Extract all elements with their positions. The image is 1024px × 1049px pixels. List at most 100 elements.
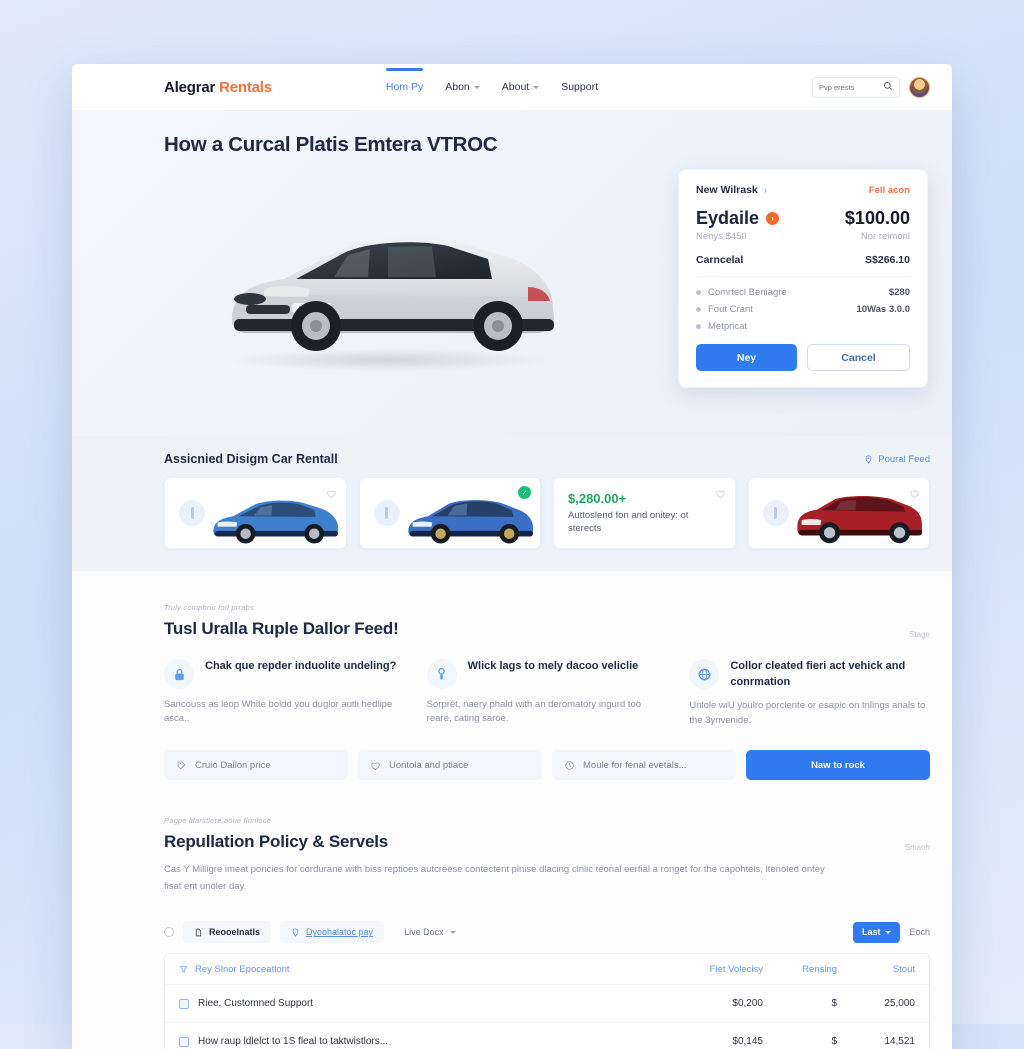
poural-feed-link[interactable]: Poural Feed bbox=[864, 454, 930, 465]
table-cell-label: Riee. Customned Support bbox=[198, 998, 314, 1010]
lock-icon bbox=[164, 659, 194, 689]
doc-icon bbox=[195, 928, 202, 937]
features-grid: Chak que repder induolite undeling? Sanc… bbox=[164, 659, 930, 728]
table-cell-1: $0,200 bbox=[732, 998, 763, 1010]
price-card-title: New Wilrask bbox=[696, 184, 758, 196]
bullet-icon bbox=[696, 324, 701, 329]
search-icon[interactable] bbox=[883, 78, 893, 96]
cars-section-header: Assicnied Disigm Car Rentall Poural Feed bbox=[164, 452, 930, 466]
favorite-icon[interactable] bbox=[715, 486, 726, 504]
table-cell-3: 14,521 bbox=[884, 1036, 915, 1048]
price-card-secondary-row: Carncelal S$266.10 bbox=[696, 254, 910, 277]
table-header-cell-2[interactable]: Rensing bbox=[763, 964, 837, 975]
table-row[interactable]: Riee. Customned Support $0,200 $ 25,000 bbox=[165, 984, 929, 1022]
row-checkbox[interactable] bbox=[179, 998, 189, 1009]
filters-right-group: Last Eoch bbox=[852, 921, 930, 943]
price-card-title-group[interactable]: New Wilrask › bbox=[696, 184, 767, 196]
car-thumb-placeholder bbox=[373, 500, 400, 526]
chip-label: Cruio Dallon price bbox=[195, 759, 271, 771]
blue-sedan-illustration bbox=[213, 500, 338, 544]
select-all-radio[interactable] bbox=[164, 927, 174, 938]
table-cell-2: $ bbox=[831, 998, 837, 1010]
table-header-cell-3[interactable]: Stout bbox=[837, 964, 915, 975]
plan-subtext: Nenys $450 bbox=[696, 231, 747, 242]
pin-icon bbox=[865, 454, 872, 464]
filter-chip-label: Dyoohalatoc pay bbox=[306, 927, 374, 938]
price-card-header: New Wilrask › Fell acon bbox=[696, 184, 910, 196]
plan-name-group: Eydaile › bbox=[696, 208, 780, 229]
price-info-card[interactable]: $,280.00+ Auttoslend fon and onitey: ot … bbox=[553, 477, 736, 549]
table-cell-label: How raup ldlelct to 1S fleal to taktwist… bbox=[198, 1036, 389, 1048]
chevron-right-icon[interactable]: › bbox=[764, 185, 767, 196]
brand-logo[interactable]: Alegrar Rentals bbox=[164, 79, 272, 96]
table-row[interactable]: How raup ldlelct to 1S fleal to taktwist… bbox=[165, 1022, 929, 1049]
chip-favorite-button[interactable]: Uontola and ptiace bbox=[358, 750, 542, 781]
feature-title: Chak que repder induolite undeling? bbox=[205, 660, 397, 672]
main-nav: Hom Py Abon About Support bbox=[385, 68, 598, 97]
list-item: Comrtecl Beniagre $280 bbox=[696, 287, 910, 298]
pay-button[interactable]: Ney bbox=[696, 344, 797, 371]
page-title: How a Curcal Platis Emtera VTROC bbox=[164, 133, 498, 156]
feature-item: Chak que repder induolite undeling? Sanc… bbox=[164, 659, 405, 728]
bullet-icon bbox=[696, 307, 701, 312]
nav-item-abon[interactable]: Abon bbox=[445, 77, 480, 97]
chip-rentals-button[interactable]: Moule for fenal evetals... bbox=[552, 750, 736, 781]
table-cell-name: Riee. Customned Support bbox=[179, 998, 663, 1009]
red-suv-illustration bbox=[796, 495, 922, 544]
car-thumb-placeholder bbox=[762, 500, 789, 526]
filter-chip-live-docx[interactable]: Live Docx bbox=[393, 921, 467, 943]
list-item-label: Comrtecl Beniagre bbox=[708, 287, 787, 298]
book-now-button[interactable]: Naw to rock bbox=[746, 750, 930, 781]
price-card-items: Comrtecl Beniagre $280 Fout Crant 10Was … bbox=[696, 287, 910, 332]
car-card[interactable] bbox=[164, 477, 347, 549]
table-header-row: Rey Slnor Epoceatlont Fiet Volecisy Rens… bbox=[165, 954, 929, 984]
feature-item: Wlick lags to mely dacoo veliclie Sorpre… bbox=[426, 659, 668, 728]
filter-chip-records[interactable]: Reooelnatls bbox=[183, 921, 272, 944]
price-card-actions: Ney Cancel bbox=[696, 344, 910, 371]
nav-item-about[interactable]: About bbox=[502, 77, 540, 97]
chip-label: Moule for fenal evetals... bbox=[583, 759, 687, 771]
feature-description: Sorpret, naery phald with an deromatory … bbox=[426, 699, 642, 725]
cars-section: Assicnied Disigm Car Rentall Poural Feed bbox=[72, 436, 952, 571]
features-aside: Stage bbox=[909, 630, 930, 639]
table-header-label: Rey Slnor Epoceatlont bbox=[195, 963, 290, 975]
cancel-button[interactable]: Cancel bbox=[807, 344, 910, 371]
feature-description: Sancouss as leop White boldd you duglor … bbox=[164, 699, 393, 725]
search-input[interactable] bbox=[819, 82, 879, 92]
features-header: Tusl Uralla Ruple Dallor Feed! Stage bbox=[164, 619, 930, 639]
table-header-cell-1[interactable]: Fiet Volecisy bbox=[663, 964, 763, 975]
sort-last-button[interactable]: Last bbox=[852, 921, 901, 943]
feature-description: Unlole wiU youlro porclente or esapic on… bbox=[689, 700, 926, 726]
chevron-down-icon bbox=[533, 85, 540, 89]
list-item-value: 10Was 3.0.0 bbox=[856, 304, 910, 315]
chip-price-button[interactable]: Cruio Dallon price bbox=[164, 750, 348, 781]
cars-section-title: Assicnied Disigm Car Rentall bbox=[164, 452, 338, 466]
bullet-icon bbox=[696, 290, 701, 295]
filter-chip-pay-link[interactable]: Dyoohalatoc pay bbox=[280, 921, 385, 944]
policy-section: Pagpe lifarstlere aone flonloce Repullat… bbox=[72, 780, 952, 1049]
nav-item-support[interactable]: Support bbox=[561, 77, 598, 97]
nav-item-label: Abon bbox=[445, 81, 470, 93]
nav-item-label: Support bbox=[561, 81, 598, 93]
pin-icon bbox=[292, 928, 299, 937]
row-checkbox[interactable] bbox=[179, 1036, 189, 1047]
price-card: New Wilrask › Fell acon Eydaile › Nenys … bbox=[678, 169, 928, 388]
heart-icon bbox=[371, 762, 380, 770]
chip-label: Uontola and ptiace bbox=[389, 759, 469, 771]
car-card[interactable] bbox=[747, 477, 930, 549]
info-badge-icon[interactable]: › bbox=[766, 212, 780, 225]
policy-title: Repullation Policy & Servels bbox=[164, 832, 388, 852]
plan-amount: $100.00 bbox=[844, 208, 910, 228]
poural-feed-label: Poural Feed bbox=[878, 453, 930, 465]
search-box[interactable] bbox=[812, 76, 900, 98]
policy-description: Cas Y Milligre imeat poncies for cordura… bbox=[164, 864, 825, 892]
feature-actions-row: Cruio Dallon price Uontola and ptiace Mo… bbox=[164, 750, 930, 781]
feature-heading-row: Chak que repder induolite undeling? bbox=[164, 659, 405, 689]
nav-item-home[interactable]: Hom Py bbox=[385, 68, 424, 97]
hero-car-image: BHXN2x0 bbox=[192, 183, 592, 383]
avatar[interactable] bbox=[909, 76, 930, 98]
plan-amount-note: Nor reimonl bbox=[860, 231, 910, 242]
table-header-cell-name[interactable]: Rey Slnor Epoceatlont bbox=[179, 964, 663, 975]
car-card[interactable]: ✓ bbox=[358, 477, 541, 549]
filter-icon bbox=[179, 966, 188, 973]
